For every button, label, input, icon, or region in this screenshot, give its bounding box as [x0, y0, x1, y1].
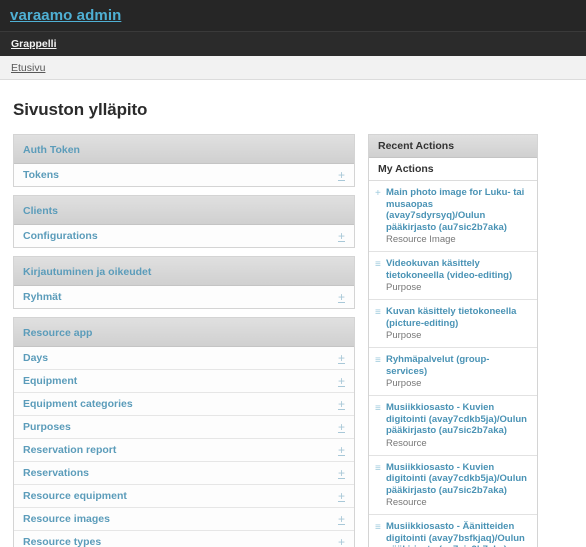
recent-action-body: Main photo image for Luku- tai musaopas … [386, 187, 529, 246]
model-row[interactable]: Reservation report + [14, 439, 354, 462]
app-module: Resource app Days + Equipment + Equipment cat… [13, 317, 355, 547]
app-module-link[interactable]: Clients [23, 205, 58, 217]
model-row[interactable]: Days + [14, 347, 354, 370]
recent-action-link[interactable]: Musiikkiosasto - Kuvien digitointi (avay… [386, 402, 529, 437]
model-row[interactable]: Equipment categories + [14, 393, 354, 416]
model-link[interactable]: Tokens [23, 169, 59, 181]
recent-action-item[interactable]: ≡ Ryhmäpalvelut (group-services) Purpose [369, 348, 537, 396]
model-link[interactable]: Equipment categories [23, 398, 133, 410]
add-icon[interactable]: + [338, 291, 345, 303]
model-row[interactable]: Resource images + [14, 508, 354, 531]
recent-action-item[interactable]: ≡ Kuvan käsittely tietokoneella (picture-… [369, 300, 537, 348]
model-link[interactable]: Resource images [23, 513, 110, 525]
recent-action-body: Musiikkiosasto - Äänitteiden digitointi … [386, 521, 529, 547]
navbar-item-grappelli[interactable]: Grappelli [11, 38, 57, 50]
model-link[interactable]: Reservation report [23, 444, 116, 456]
app-module-link[interactable]: Kirjautuminen ja oikeudet [23, 266, 151, 278]
recent-actions-list: + Main photo image for Luku- tai musaopas… [369, 181, 537, 547]
recent-action-body: Ryhmäpalvelut (group-services) Purpose [386, 354, 529, 390]
add-icon[interactable]: + [338, 444, 345, 456]
add-icon[interactable]: + [338, 398, 345, 410]
model-row[interactable]: Purposes + [14, 416, 354, 439]
model-link[interactable]: Reservations [23, 467, 89, 479]
breadcrumb-item-home[interactable]: Etusivu [11, 62, 45, 74]
app-modules-list: Auth Token Tokens + Clients Configurations + K… [13, 134, 355, 547]
change-icon: ≡ [375, 522, 381, 533]
recent-action-link[interactable]: Videokuvan käsittely tietokoneella (vide… [386, 258, 529, 281]
model-row[interactable]: Configurations + [14, 225, 354, 247]
add-icon[interactable]: + [338, 375, 345, 387]
model-link[interactable]: Configurations [23, 230, 98, 242]
add-icon[interactable]: + [338, 513, 345, 525]
recent-action-link[interactable]: Kuvan käsittely tietokoneella (picture-e… [386, 306, 529, 329]
dashboard-content: Auth Token Tokens + Clients Configurations + K… [0, 134, 586, 547]
change-icon: ≡ [375, 307, 381, 318]
model-row[interactable]: Ryhmät + [14, 286, 354, 308]
model-row[interactable]: Tokens + [14, 164, 354, 186]
change-icon: ≡ [375, 259, 381, 270]
recent-actions-title: Recent Actions [369, 135, 537, 158]
recent-action-body: Musiikkiosasto - Kuvien digitointi (avay… [386, 462, 529, 510]
sidebar-column: Recent Actions My Actions + Main photo im… [368, 134, 538, 547]
recent-action-item[interactable]: ≡ Musiikkiosasto - Kuvien digitointi (ava… [369, 396, 537, 456]
change-icon: ≡ [375, 462, 381, 474]
recent-action-model: Purpose [386, 378, 422, 389]
page-title: Sivuston ylläpito [13, 100, 148, 119]
model-row[interactable]: Resource equipment + [14, 485, 354, 508]
recent-action-body: Musiikkiosasto - Kuvien digitointi (avay… [386, 402, 529, 450]
recent-action-link[interactable]: Musiikkiosasto - Kuvien digitointi (avay… [386, 462, 529, 497]
app-module-header[interactable]: Auth Token [14, 135, 354, 164]
recent-action-body: Kuvan käsittely tietokoneella (picture-e… [386, 306, 529, 342]
model-row[interactable]: Equipment + [14, 370, 354, 393]
model-row[interactable]: Resource types + [14, 531, 354, 547]
recent-action-link[interactable]: Musiikkiosasto - Äänitteiden digitointi … [386, 521, 529, 547]
site-brand-link[interactable]: varaamo admin [10, 7, 121, 24]
recent-action-link[interactable]: Ryhmäpalvelut (group-services) [386, 354, 529, 377]
model-link[interactable]: Purposes [23, 421, 71, 433]
recent-action-model: Purpose [386, 330, 422, 341]
app-module-header[interactable]: Kirjautuminen ja oikeudet [14, 257, 354, 286]
add-icon[interactable]: + [338, 536, 345, 547]
site-header: varaamo admin [0, 0, 586, 31]
app-module-header[interactable]: Clients [14, 196, 354, 225]
app-module-link[interactable]: Auth Token [23, 144, 80, 156]
change-icon: ≡ [375, 355, 381, 366]
recent-actions-module: Recent Actions My Actions + Main photo im… [368, 134, 538, 547]
add-icon[interactable]: + [338, 169, 345, 181]
app-module: Clients Configurations + [13, 195, 355, 248]
recent-action-model: Resource [386, 437, 427, 449]
recent-action-item[interactable]: ≡ Videokuvan käsittely tietokoneella (vid… [369, 252, 537, 300]
add-icon[interactable]: + [338, 230, 345, 242]
recent-action-body: Videokuvan käsittely tietokoneella (vide… [386, 258, 529, 294]
model-link[interactable]: Days [23, 352, 48, 364]
model-link[interactable]: Resource equipment [23, 490, 127, 502]
main-navbar: Grappelli [0, 31, 586, 56]
app-module-header[interactable]: Resource app [14, 318, 354, 347]
model-link[interactable]: Equipment [23, 375, 77, 387]
model-row[interactable]: Reservations + [14, 462, 354, 485]
model-link[interactable]: Resource types [23, 536, 101, 547]
add-icon[interactable]: + [338, 490, 345, 502]
change-icon: ≡ [375, 403, 381, 414]
recent-action-model: Resource Image [386, 234, 456, 245]
app-module-link[interactable]: Resource app [23, 327, 92, 339]
app-module-column: Auth Token Tokens + Clients Configurations + K… [13, 134, 355, 547]
add-icon[interactable]: + [338, 352, 345, 364]
recent-action-model: Resource [386, 497, 427, 508]
recent-action-link[interactable]: Main photo image for Luku- tai musaopas … [386, 187, 529, 233]
breadcrumb: Etusivu [0, 56, 586, 80]
app-module: Kirjautuminen ja oikeudet Ryhmät + [13, 256, 355, 309]
add-icon[interactable]: + [338, 467, 345, 479]
app-module: Auth Token Tokens + [13, 134, 355, 187]
recent-action-item[interactable]: ≡ Musiikkiosasto - Äänitteiden digitointi… [369, 515, 537, 547]
recent-action-item[interactable]: + Main photo image for Luku- tai musaopas… [369, 181, 537, 252]
my-actions-subtitle: My Actions [369, 158, 537, 181]
add-icon[interactable]: + [338, 421, 345, 433]
add-icon: + [375, 188, 381, 199]
recent-action-item[interactable]: ≡ Musiikkiosasto - Kuvien digitointi (ava… [369, 455, 537, 515]
model-link[interactable]: Ryhmät [23, 291, 62, 303]
recent-action-model: Purpose [386, 282, 422, 293]
